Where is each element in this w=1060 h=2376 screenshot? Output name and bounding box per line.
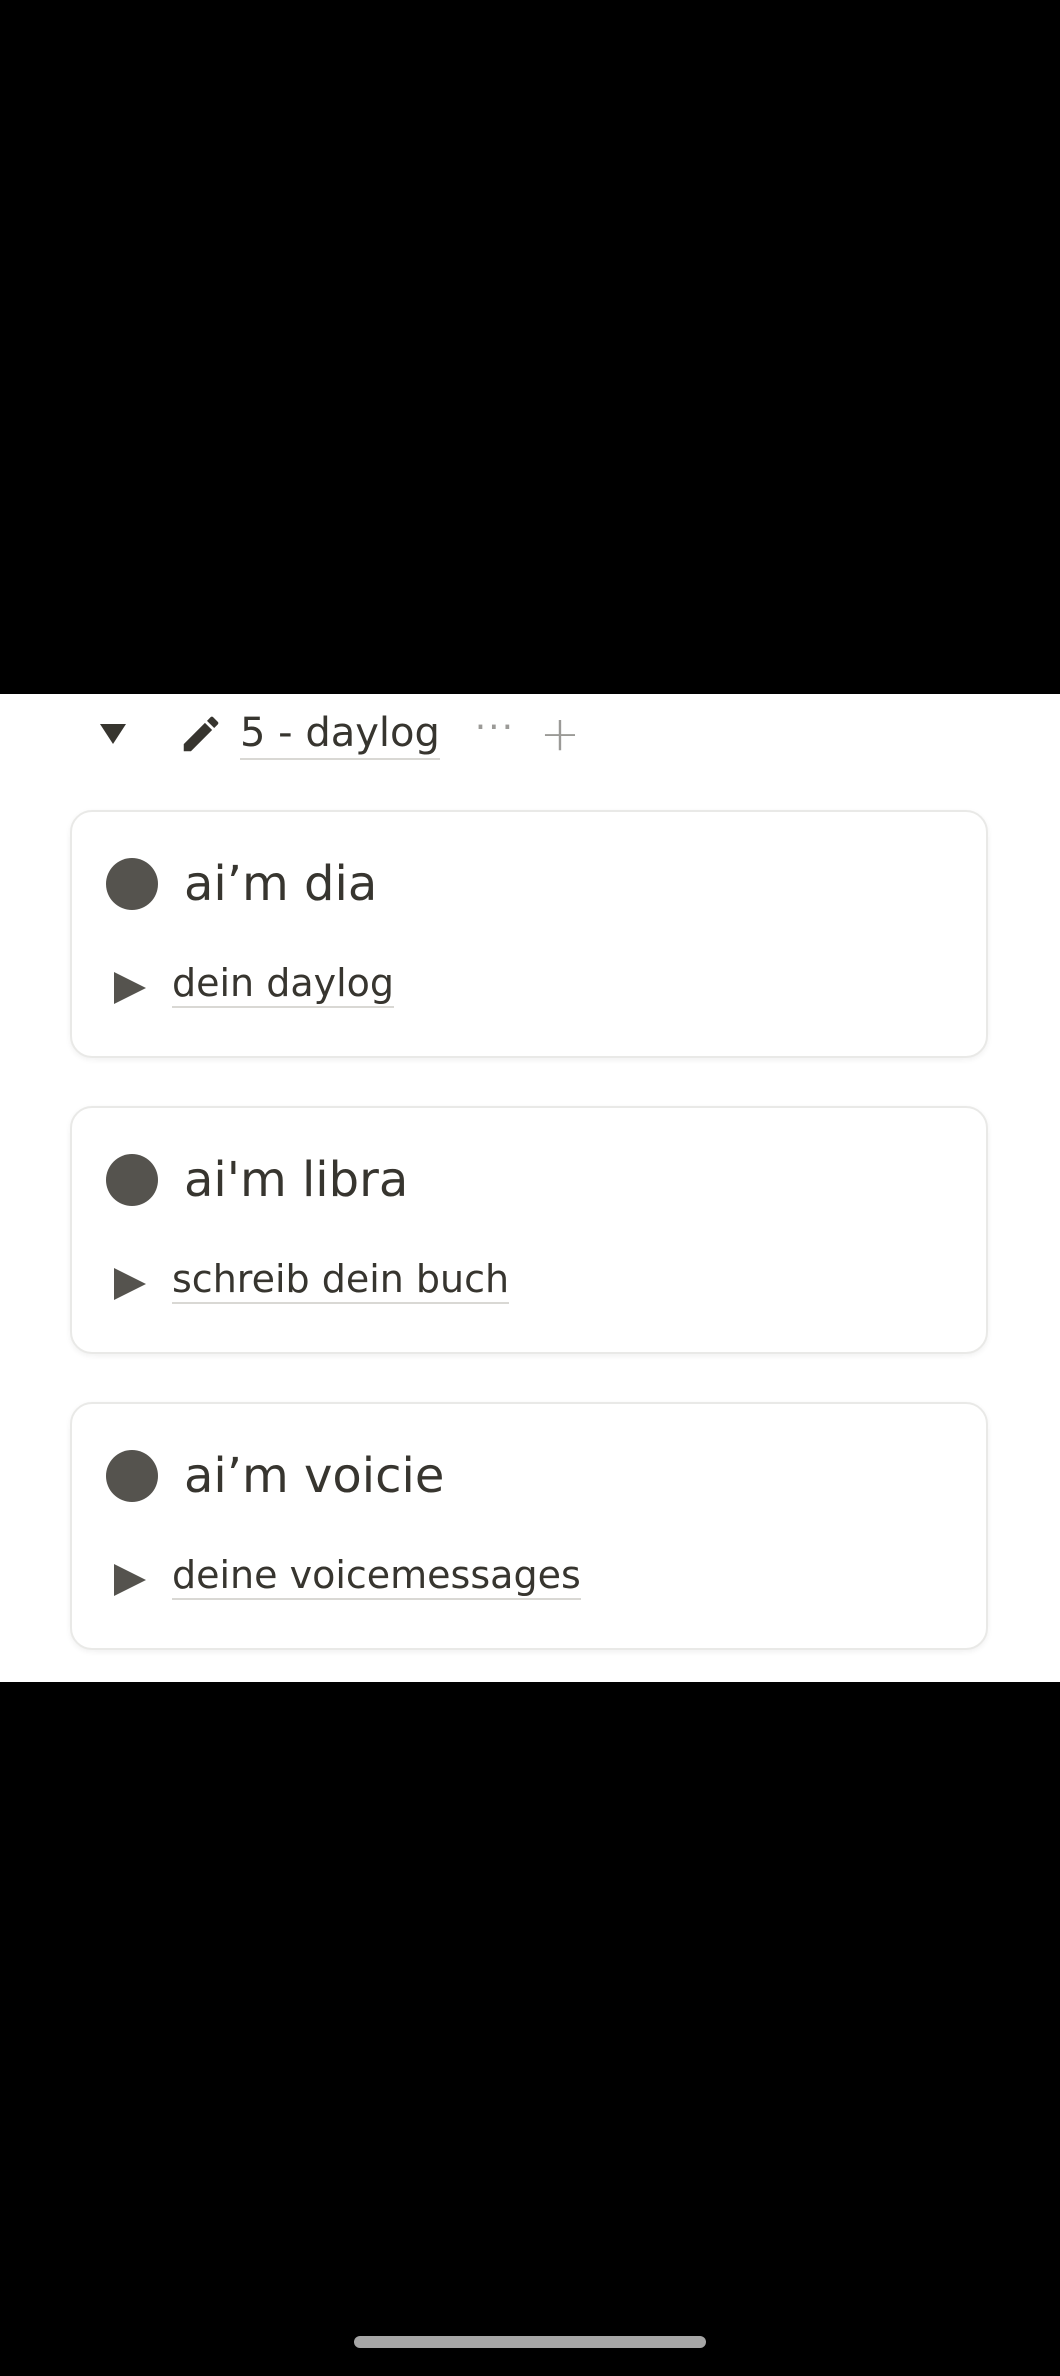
card-dia[interactable]: ai’m dia dein daylog (70, 810, 988, 1058)
pencil-icon (176, 709, 226, 759)
card-sub-row[interactable]: schreib dein buch (114, 1256, 510, 1304)
triangle-right-icon[interactable] (114, 1268, 146, 1300)
card-title: ai’m voicie (184, 1448, 445, 1504)
card-sub-row[interactable]: dein daylog (114, 960, 395, 1008)
card-title: ai’m dia (184, 856, 378, 912)
card-subtitle-link[interactable]: deine voicemessages (172, 1552, 581, 1600)
card-title-row: ai'm libra (106, 1152, 408, 1208)
card-title-row: ai’m dia (106, 856, 377, 912)
circle-icon (106, 1154, 158, 1206)
home-indicator[interactable] (354, 2336, 706, 2348)
more-icon[interactable]: ··· (470, 708, 520, 748)
add-icon[interactable]: + (540, 710, 580, 758)
card-subtitle-link[interactable]: dein daylog (172, 960, 395, 1008)
triangle-right-icon[interactable] (114, 972, 146, 1004)
group-header: 5 - daylog ··· + (100, 694, 580, 774)
card-voicie[interactable]: ai’m voicie deine voicemessages (70, 1402, 988, 1650)
card-title-row: ai’m voicie (106, 1448, 444, 1504)
card-libra[interactable]: ai'm libra schreib dein buch (70, 1106, 988, 1354)
card-subtitle-link[interactable]: schreib dein buch (172, 1256, 510, 1304)
group-title[interactable]: 5 - daylog (240, 708, 440, 760)
triangle-down-icon[interactable] (100, 724, 126, 744)
triangle-right-icon[interactable] (114, 1564, 146, 1596)
circle-icon (106, 858, 158, 910)
circle-icon (106, 1450, 158, 1502)
card-sub-row[interactable]: deine voicemessages (114, 1552, 581, 1600)
board-content: 5 - daylog ··· + ai’m dia dein daylog ai… (0, 694, 1060, 1682)
card-title: ai'm libra (184, 1152, 409, 1208)
